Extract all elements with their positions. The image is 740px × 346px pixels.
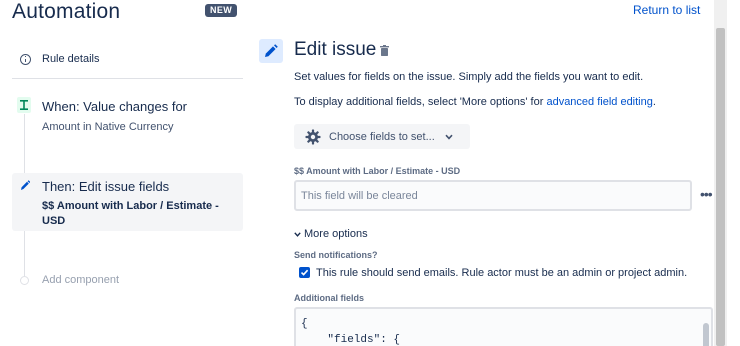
send-notifications-checkbox[interactable] (299, 267, 310, 278)
edit-issue-icon (259, 39, 283, 63)
add-component-dot (20, 276, 29, 285)
choose-fields-button[interactable]: Choose fields to set... (294, 124, 470, 149)
page-scrollbar-thumb[interactable] (716, 28, 725, 346)
new-badge: NEW (205, 4, 238, 17)
edit-issue-title: Edit issue (294, 39, 377, 60)
additional-fields-label: Additional fields (294, 293, 365, 303)
add-component-label: Add component (42, 274, 120, 286)
trigger-subtitle: Amount in Native Currency (42, 121, 174, 133)
edit-issue-description: Set values for fields on the issue. Simp… (294, 71, 644, 83)
timeline-connector (24, 231, 25, 276)
sidebar-item-label: Rule details (42, 53, 100, 65)
more-options-toggle[interactable]: More options (294, 228, 368, 240)
action-subtitle: $$ Amount with Labor / Estimate - USD (42, 200, 219, 227)
code-line: { (301, 318, 308, 330)
sidebar-item-rule-details[interactable]: Rule details (20, 51, 99, 67)
timeline-connector (24, 114, 25, 173)
additional-fields-editor[interactable]: { "fields": { (294, 307, 713, 346)
gear-icon (305, 129, 321, 144)
trash-icon[interactable] (380, 45, 389, 56)
page-scrollbar[interactable] (714, 0, 727, 346)
editor-scrollbar[interactable] (703, 323, 709, 346)
sidebar-divider (12, 78, 243, 79)
more-icon[interactable]: ••• (700, 186, 713, 202)
branch-icon (17, 97, 31, 113)
pencil-icon (21, 180, 30, 190)
sidebar-item-action[interactable]: Then: Edit issue fields $$ Amount with L… (12, 173, 243, 231)
chevron-down-icon (294, 231, 301, 237)
advanced-editing-hint: To display additional fields, select 'Mo… (294, 96, 656, 108)
return-to-list-link[interactable]: Return to list (633, 3, 700, 17)
advanced-field-editing-link[interactable]: advanced field editing (546, 96, 652, 108)
check-icon (300, 269, 309, 276)
send-notifications-label: Send notifications? (294, 250, 378, 260)
info-icon (20, 53, 31, 65)
code-line: "fields": { (301, 334, 401, 346)
pencil-icon (265, 44, 278, 57)
field-label: $$ Amount with Labor / Estimate - USD (294, 166, 461, 176)
action-title: Then: Edit issue fields (42, 179, 170, 194)
amount-estimate-field[interactable] (294, 180, 692, 211)
trigger-title: When: Value changes for (42, 99, 188, 114)
choose-fields-label: Choose fields to set... (329, 130, 435, 143)
page-title: Automation (12, 0, 121, 23)
more-options-label: More options (304, 228, 368, 240)
chevron-down-icon (445, 134, 453, 140)
send-notifications-text: This rule should send emails. Rule actor… (316, 267, 688, 279)
